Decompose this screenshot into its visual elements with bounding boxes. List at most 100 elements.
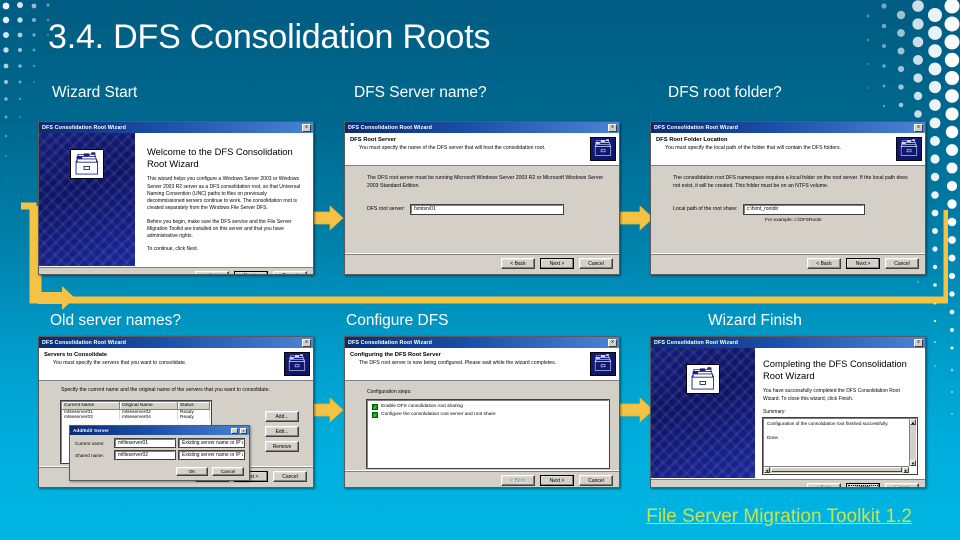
back-button[interactable]: < Back	[195, 270, 229, 274]
welcome-paragraph-1: This wizard helps you configure a Window…	[147, 176, 301, 212]
footer-link[interactable]: File Server Migration Toolkit 1.2	[646, 506, 912, 528]
summary-textarea[interactable]: Configuration of the consolidation root …	[762, 416, 918, 475]
root-path-input[interactable]: c:\fsmt_rootdir	[742, 203, 865, 215]
page-paragraph: The consolidation root DFS namespace req…	[673, 175, 908, 189]
page-body: Specify the current name and the origina…	[39, 381, 313, 481]
folders-icon: 🗃	[896, 137, 922, 161]
finish-button[interactable]: Finish	[846, 482, 880, 487]
welcome-paragraph-3: To continue, click Next.	[147, 246, 199, 253]
dfs-root-server-input[interactable]: fsmtsrv01	[410, 203, 565, 215]
titlebar-text: DFS Consolidation Root Wizard	[654, 339, 739, 346]
remove-server-button[interactable]: Remove	[265, 441, 299, 452]
configuration-steps-list[interactable]: ✓ Enable DFS consolidation root sharing …	[366, 399, 610, 469]
titlebar: DFS Consolidation Root Wizard x	[651, 122, 925, 133]
dialog-wizard-finish[interactable]: DFS Consolidation Root Wizard x 🗃 Comple…	[650, 336, 926, 488]
close-icon[interactable]: x	[914, 338, 923, 347]
summary-vertical-scrollbar[interactable]: ▲ ▼	[909, 418, 916, 466]
folders-icon: 🗃	[284, 352, 310, 376]
cancel-button[interactable]: Cancel	[273, 471, 307, 482]
close-icon[interactable]: x	[914, 123, 923, 132]
scroll-left-icon[interactable]: ◄	[764, 466, 770, 473]
close-icon[interactable]: x	[608, 123, 617, 132]
scroll-up-icon[interactable]: ▲	[910, 418, 916, 425]
scroll-down-icon[interactable]: ▼	[910, 459, 916, 466]
cancel-button[interactable]: Cancel	[885, 482, 919, 487]
table-row[interactable]: mfileserver03 mfileserver04 Ready	[62, 414, 210, 420]
finish-paragraph: You have successfully completed the DFS …	[763, 388, 900, 402]
dialog-footer: < Back Next > Cancel	[345, 253, 619, 274]
grid-header-current-name[interactable]: Current Name	[62, 401, 120, 410]
current-name-label: Current name:	[75, 440, 105, 446]
back-button[interactable]: < Back	[807, 258, 841, 269]
dialog-dfs-root-folder[interactable]: DFS Consolidation Root Wizard x DFS Root…	[650, 121, 926, 275]
current-name-input[interactable]: mfileserver01	[114, 438, 176, 448]
titlebar: Add/Edit Server _ x	[70, 426, 249, 435]
finish-heading: Completing the DFS Consolidation Root Wi…	[763, 358, 907, 381]
back-button[interactable]: < Back	[807, 482, 841, 487]
scroll-right-icon[interactable]: ►	[903, 466, 909, 473]
close-icon[interactable]: x	[240, 427, 247, 434]
page-banner: DFS Root Server You must specify the nam…	[345, 133, 619, 166]
shared-name-label: Shared name:	[75, 452, 104, 458]
dialog-footer: < Back Next > Cancel	[651, 253, 925, 274]
wizard-art-panel: 🗃	[651, 348, 755, 478]
shared-name-hint-box: Existing server name or IP address	[178, 450, 245, 460]
page-title: 3.4. DFS Consolidation Roots	[48, 18, 491, 56]
cell-status: Ready	[178, 414, 210, 420]
dialog-wizard-welcome[interactable]: DFS Consolidation Root Wizard x 🗃 Welcom…	[38, 121, 314, 275]
dialog-footer: < Back Next > Cancel	[39, 265, 313, 274]
check-icon: ✓	[372, 412, 378, 418]
next-button[interactable]: Next >	[540, 475, 574, 486]
list-item: ✓ Configure the consolidation root serve…	[372, 412, 604, 418]
finish-body: 🗃 Completing the DFS Consolidation Root …	[651, 348, 925, 478]
current-name-hint-box: Existing server name or IP address	[178, 438, 245, 448]
back-button[interactable]: < Back	[501, 258, 535, 269]
titlebar: DFS Consolidation Root Wizard x	[39, 122, 313, 133]
summary-horizontal-scrollbar[interactable]: ◄ ►	[764, 465, 909, 473]
banner-heading: Servers to Consolidate	[44, 352, 108, 358]
close-icon[interactable]: x	[302, 123, 311, 132]
titlebar-text: DFS Consolidation Root Wizard	[348, 124, 433, 131]
root-path-label: Local path of the root share:	[673, 206, 738, 213]
titlebar-text: DFS Consolidation Root Wizard	[42, 339, 127, 346]
cell-original-name: mfileserver04	[120, 414, 178, 420]
titlebar-text: DFS Consolidation Root Wizard	[654, 124, 739, 131]
next-button[interactable]: Next >	[234, 270, 268, 274]
close-icon[interactable]: x	[608, 338, 617, 347]
grid-header-original-name[interactable]: Original Name	[120, 401, 178, 410]
cancel-button[interactable]: Cancel	[579, 258, 613, 269]
page-banner: Servers to Consolidate You must specify …	[39, 348, 313, 381]
grid-header-status[interactable]: Status	[178, 401, 210, 410]
check-icon: ✓	[372, 404, 378, 410]
summary-line: Done.	[767, 434, 780, 440]
folders-icon: 🗃	[590, 137, 616, 161]
dialog-configuring-dfs[interactable]: DFS Consolidation Root Wizard x Configur…	[344, 336, 620, 488]
dialog-add-edit-server[interactable]: Add/Edit Server _ x Current name: mfiles…	[69, 425, 250, 481]
close-icon[interactable]: x	[302, 338, 311, 347]
cancel-button[interactable]: Cancel	[273, 270, 307, 274]
page-paragraph: The DFS root server must be running Micr…	[367, 175, 604, 189]
next-button[interactable]: Next >	[540, 258, 574, 269]
dialog-servers-to-consolidate[interactable]: DFS Consolidation Root Wizard x Servers …	[38, 336, 314, 488]
step-caption-old-server-names: Old server names?	[50, 312, 181, 329]
grid-side-buttons: Add... Edit... Remove	[265, 411, 299, 452]
titlebar: DFS Consolidation Root Wizard x	[345, 122, 619, 133]
shared-name-input[interactable]: mfileserver02	[114, 450, 176, 460]
edit-server-button[interactable]: Edit...	[265, 426, 299, 437]
scrollbar-thumb[interactable]	[771, 467, 902, 473]
modal-body: Current name: mfileserver01 Existing ser…	[70, 435, 249, 466]
cell-current-name: mfileserver03	[62, 414, 120, 420]
next-button[interactable]: Next >	[846, 258, 880, 269]
page-body: The DFS root server must be running Micr…	[345, 166, 619, 253]
cancel-button[interactable]: Cancel	[212, 467, 244, 476]
folders-icon: 🗃	[686, 364, 720, 394]
ok-button[interactable]: OK	[176, 467, 208, 476]
dialog-dfs-root-server[interactable]: DFS Consolidation Root Wizard x DFS Root…	[344, 121, 620, 275]
dfs-root-server-field-row: DFS root server: fsmtsrv01	[367, 203, 605, 215]
add-server-button[interactable]: Add...	[265, 411, 299, 422]
list-item: ✓ Enable DFS consolidation root sharing	[372, 404, 604, 410]
cancel-button[interactable]: Cancel	[885, 258, 919, 269]
minimize-icon[interactable]: _	[231, 427, 238, 434]
back-button[interactable]: < Back	[501, 475, 535, 486]
cancel-button[interactable]: Cancel	[579, 475, 613, 486]
